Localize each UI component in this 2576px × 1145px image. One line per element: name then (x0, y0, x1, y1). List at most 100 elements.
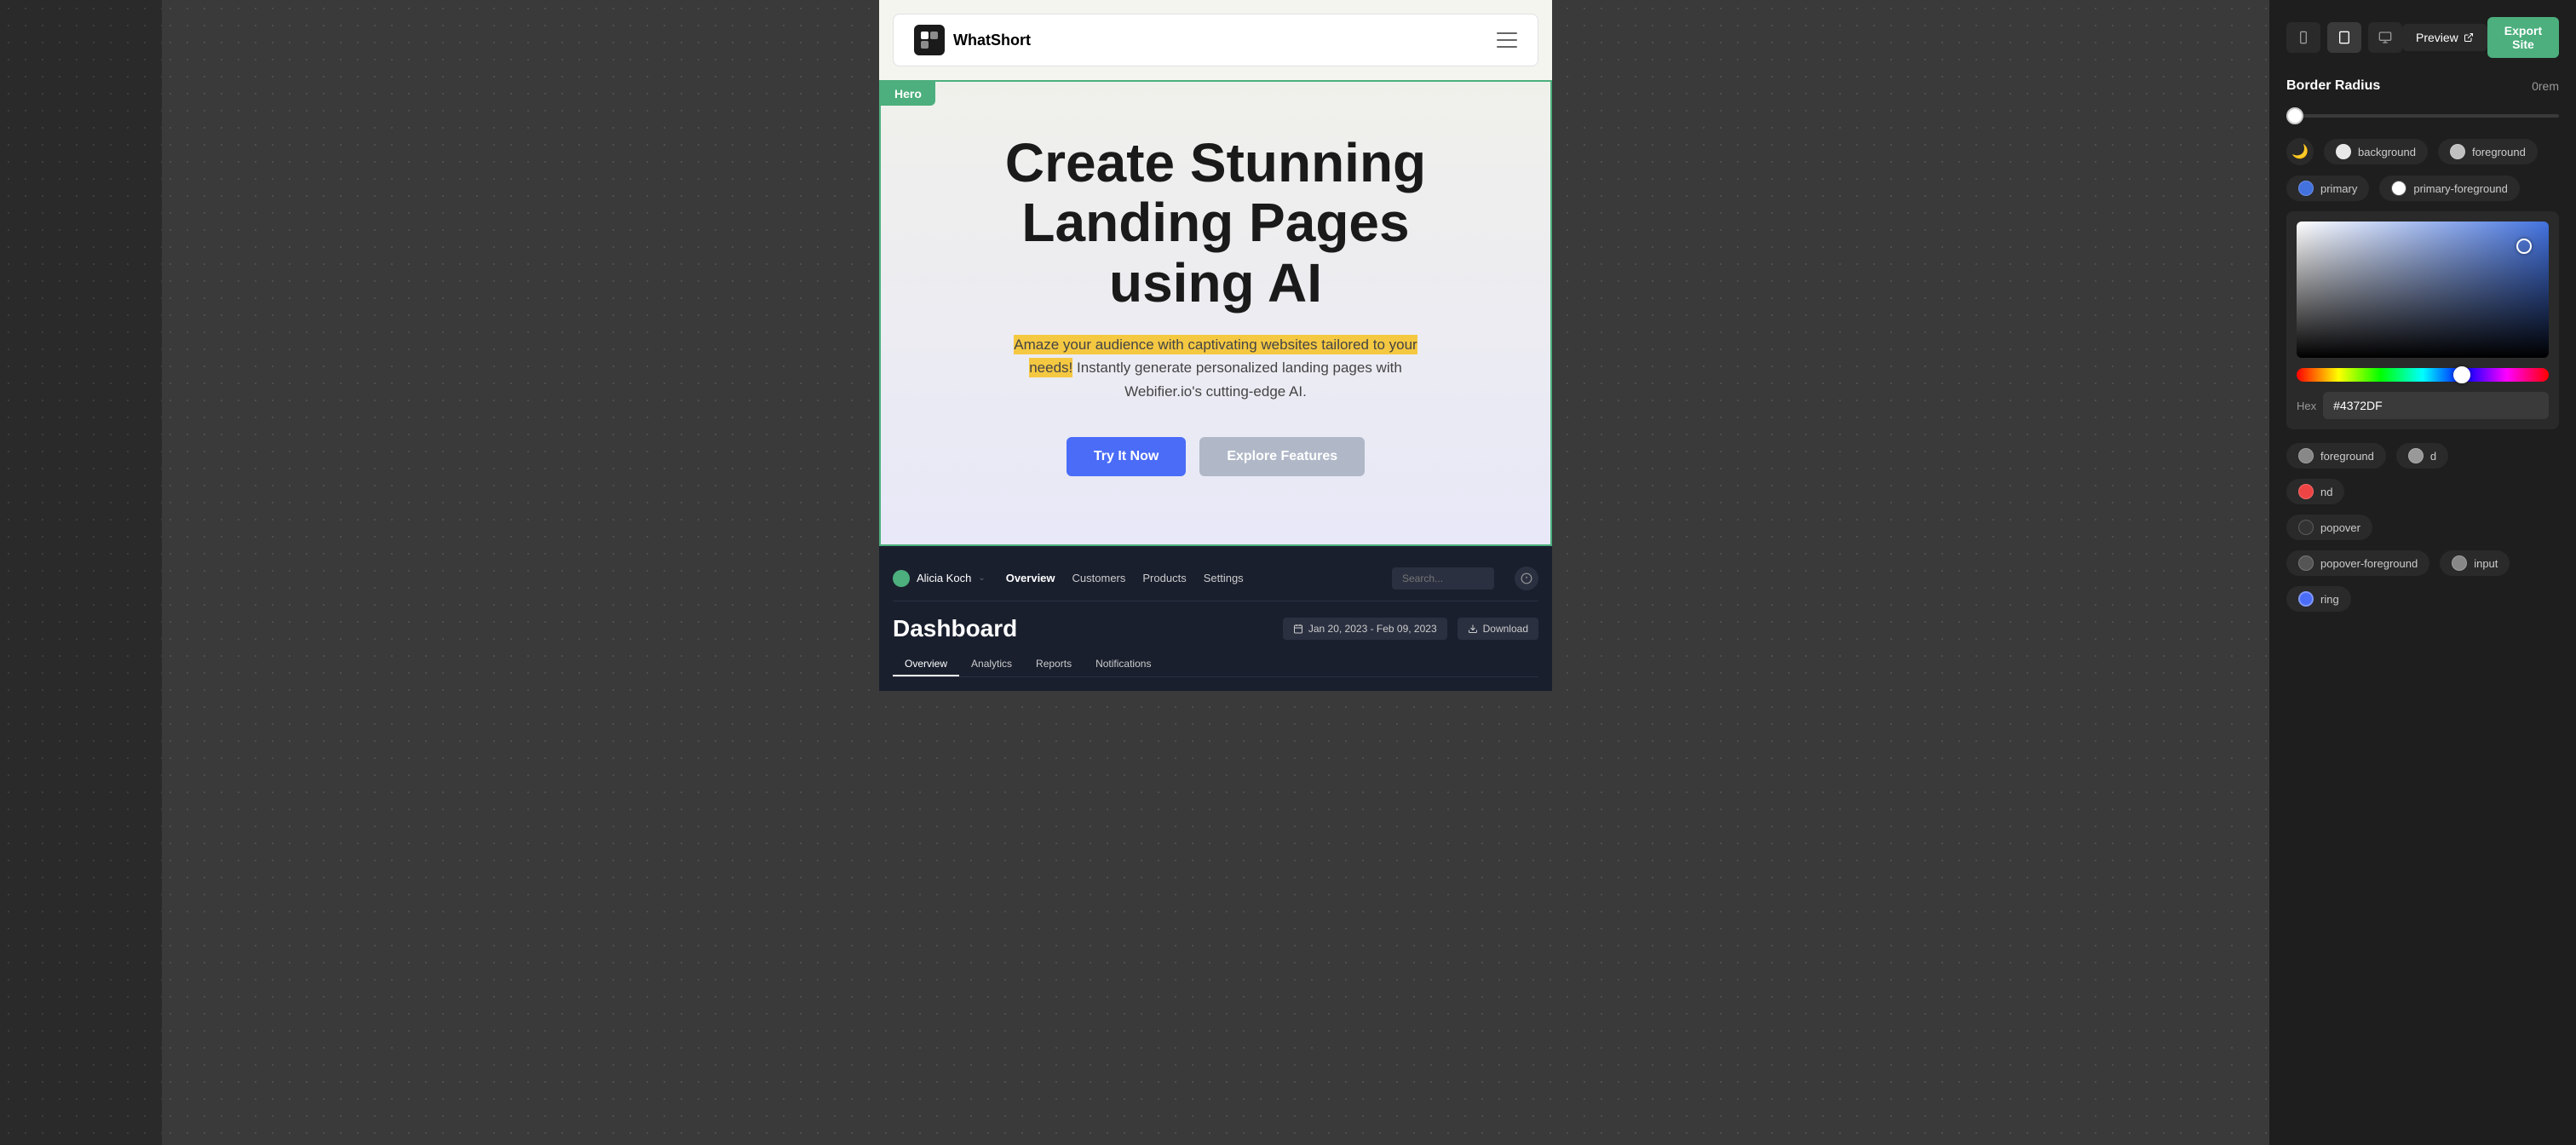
hero-title: Create Stunning Landing Pages using AI (949, 133, 1482, 313)
slider-track (2286, 114, 2559, 118)
muted-label: d (2430, 450, 2436, 463)
dashboard-nav: Alicia Koch ⌄ Overview Customers Product… (893, 560, 1538, 601)
color-gradient-picker[interactable] (2297, 222, 2549, 358)
nav-link-products[interactable]: Products (1142, 572, 1186, 584)
notification-icon[interactable] (1515, 567, 1538, 590)
dashboard-preview: Alicia Koch ⌄ Overview Customers Product… (879, 546, 1552, 691)
muted-swatch (2408, 448, 2424, 463)
website-frame: WhatShort Hero Create Stunning Landing P… (879, 0, 1552, 691)
hamburger-icon[interactable] (1497, 32, 1517, 48)
popover-swatch (2298, 520, 2314, 535)
tab-reports[interactable]: Reports (1024, 653, 1084, 676)
background-swatch (2336, 144, 2351, 159)
dashboard-content: Dashboard Jan 20, 2023 - Feb 09, 2023 (893, 615, 1538, 677)
dark-mode-toggle[interactable]: 🌙 (2286, 138, 2314, 165)
right-panel: Preview Export Site Border Radius 0rem 🌙… (2269, 0, 2576, 1145)
input-label: input (2474, 557, 2498, 570)
explore-features-button[interactable]: Explore Features (1199, 437, 1365, 476)
input-swatch (2452, 555, 2467, 571)
primary-foreground-label: primary-foreground (2413, 182, 2508, 195)
hero-badge: Hero (881, 82, 935, 106)
mobile-view-button[interactable] (2286, 22, 2320, 53)
nav-link-customers[interactable]: Customers (1072, 572, 1126, 584)
background-label: background (2358, 146, 2416, 158)
ring-token[interactable]: ring (2286, 586, 2351, 612)
input-token[interactable]: input (2440, 550, 2510, 576)
nav-link-settings[interactable]: Settings (1204, 572, 1244, 584)
slider-thumb[interactable] (2286, 107, 2303, 124)
dash-tabs: Overview Analytics Reports Notifications (893, 653, 1538, 677)
destructive-label: nd (2320, 486, 2332, 498)
export-site-button[interactable]: Export Site (2487, 17, 2559, 58)
destructive-swatch (2298, 484, 2314, 499)
popover-label: popover (2320, 521, 2360, 534)
hue-slider[interactable] (2297, 368, 2549, 382)
popover-foreground-label: popover-foreground (2320, 557, 2418, 570)
hero-buttons: Try It Now Explore Features (949, 437, 1482, 476)
foreground-swatch (2450, 144, 2465, 159)
tablet-view-button[interactable] (2327, 22, 2361, 53)
hex-input[interactable] (2323, 392, 2549, 419)
try-it-now-button[interactable]: Try It Now (1067, 437, 1186, 476)
dashboard-title: Dashboard (893, 615, 1017, 642)
primary-foreground-swatch (2391, 181, 2406, 196)
tab-analytics[interactable]: Analytics (959, 653, 1024, 676)
moon-icon: 🌙 (2291, 143, 2309, 160)
destructive-token[interactable]: nd (2286, 479, 2344, 504)
date-range-badge: Jan 20, 2023 - Feb 09, 2023 (1283, 618, 1447, 640)
dash-actions: Jan 20, 2023 - Feb 09, 2023 Download (1283, 618, 1538, 640)
border-radius-slider-container (2286, 107, 2559, 118)
foreground-token[interactable]: foreground (2438, 139, 2538, 164)
nav-brand: WhatShort (914, 25, 1031, 55)
popover-token[interactable]: popover (2286, 515, 2372, 540)
hex-label: Hex (2297, 400, 2316, 412)
left-background (0, 0, 162, 1145)
view-mode-buttons (2286, 22, 2402, 53)
brand-name: WhatShort (953, 32, 1031, 49)
canvas-area: WhatShort Hero Create Stunning Landing P… (162, 0, 2269, 1145)
user-name: Alicia Koch (917, 572, 971, 584)
border-radius-label: Border Radius (2286, 78, 2380, 94)
color-cursor (2516, 239, 2532, 254)
muted-token[interactable]: d (2396, 443, 2448, 469)
user-avatar (893, 570, 910, 587)
border-radius-value: 0rem (2532, 79, 2559, 93)
background-token[interactable]: background (2324, 139, 2428, 164)
download-label: Download (1483, 623, 1528, 635)
primary-token[interactable]: primary (2286, 175, 2369, 201)
popover-foreground-token[interactable]: popover-foreground (2286, 550, 2429, 576)
chevron-icon: ⌄ (978, 573, 985, 583)
date-range-text: Jan 20, 2023 - Feb 09, 2023 (1308, 623, 1437, 635)
user-badge: Alicia Koch ⌄ (893, 570, 986, 587)
hero-rest: Instantly generate personalized landing … (1072, 360, 1402, 399)
nav-links: Overview Customers Products Settings (1006, 572, 1371, 584)
ring-swatch (2298, 591, 2314, 607)
download-button[interactable]: Download (1458, 618, 1538, 640)
dash-title-row: Dashboard Jan 20, 2023 - Feb 09, 2023 (893, 615, 1538, 642)
hero-section: Hero Create Stunning Landing Pages using… (879, 80, 1552, 546)
nav-link-overview[interactable]: Overview (1006, 572, 1055, 584)
color-picker: Hex (2286, 211, 2559, 429)
top-toolbar: Preview Export Site (2286, 17, 2559, 58)
hero-description: Amaze your audience with captivating web… (1003, 333, 1429, 403)
dashboard-search-input[interactable] (1392, 567, 1494, 590)
secondary-foreground-label: foreground (2320, 450, 2374, 463)
popover-foreground-swatch (2298, 555, 2314, 571)
desktop-view-button[interactable] (2368, 22, 2402, 53)
border-radius-section: Border Radius 0rem (2286, 78, 2559, 94)
secondary-swatch (2298, 448, 2314, 463)
preview-button[interactable]: Preview (2402, 24, 2487, 51)
brand-icon (914, 25, 945, 55)
nav-bar: WhatShort (893, 14, 1538, 66)
ring-label: ring (2320, 593, 2339, 606)
primary-label: primary (2320, 182, 2357, 195)
primary-foreground-token[interactable]: primary-foreground (2379, 175, 2520, 201)
tab-notifications[interactable]: Notifications (1084, 653, 1163, 676)
hue-thumb (2453, 366, 2470, 383)
foreground-label: foreground (2472, 146, 2526, 158)
secondary-token[interactable]: foreground (2286, 443, 2386, 469)
primary-swatch (2298, 181, 2314, 196)
hex-row: Hex (2297, 392, 2549, 419)
tab-overview[interactable]: Overview (893, 653, 959, 676)
preview-label: Preview (2416, 31, 2458, 44)
